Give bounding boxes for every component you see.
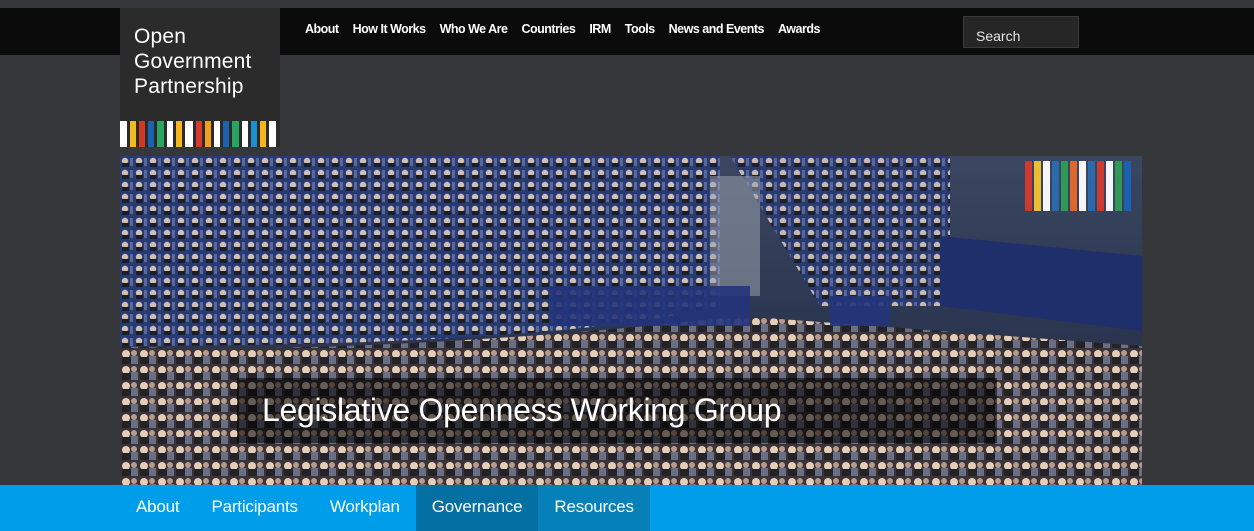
ogp-logo[interactable]: Open Government Partnership: [120, 8, 280, 147]
logo-line-3: Partnership: [134, 75, 244, 98]
logo-stripe: [232, 121, 239, 147]
nav-countries[interactable]: Countries: [521, 22, 575, 42]
logo-stripe: [167, 121, 173, 147]
logo-stripe: [148, 121, 154, 147]
nav-who-we-are[interactable]: Who We Are: [440, 22, 508, 42]
nav-news-and-events[interactable]: News and Events: [669, 22, 765, 42]
subnav-participants[interactable]: Participants: [195, 485, 313, 531]
hero-title: Legislative Openness Working Group: [262, 392, 782, 428]
logo-stripe: [260, 121, 266, 147]
logo-stripe: [157, 121, 164, 147]
subnav-workplan[interactable]: Workplan: [314, 485, 416, 531]
hero-banner: Legislative Openness Working Group: [120, 156, 1142, 485]
hero-caption: Legislative Openness Working Group: [237, 378, 997, 443]
search-input[interactable]: [963, 16, 1079, 48]
logo-stripe: [214, 121, 220, 147]
nav-irm[interactable]: IRM: [589, 22, 611, 42]
logo-stripe: [196, 121, 202, 147]
logo-stripe: [242, 121, 248, 147]
subnav-resources[interactable]: Resources: [538, 485, 650, 531]
logo-line-1: Open: [134, 25, 187, 48]
nav-how-it-works[interactable]: How It Works: [353, 22, 426, 42]
logo-stripes: [120, 121, 280, 147]
subnav-governance[interactable]: Governance: [415, 485, 539, 531]
logo-stripe: [176, 121, 182, 147]
logo-stripe: [120, 121, 127, 147]
logo-line-2: Government: [134, 50, 252, 73]
sub-navigation: About Participants Workplan Governance R…: [0, 485, 1254, 531]
nav-awards[interactable]: Awards: [778, 22, 820, 42]
sub-nav-items: About Participants Workplan Governance R…: [120, 485, 650, 531]
nav-tools[interactable]: Tools: [625, 22, 655, 42]
logo-stripe: [223, 121, 229, 147]
logo-stripe: [251, 121, 257, 147]
logo-stripe: [185, 121, 193, 147]
logo-stripe: [205, 121, 211, 147]
logo-stripe: [269, 121, 276, 147]
logo-stripe: [130, 121, 136, 147]
nav-about[interactable]: About: [305, 22, 339, 42]
main-navigation: About How It Works Who We Are Countries …: [305, 22, 834, 42]
subnav-about[interactable]: About: [120, 485, 195, 531]
logo-stripe: [139, 121, 145, 147]
